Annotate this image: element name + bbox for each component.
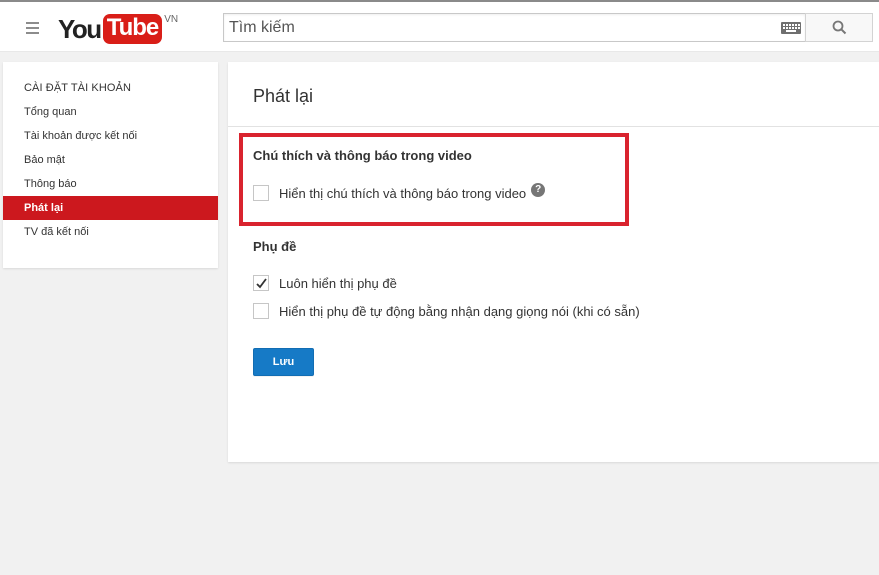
- help-icon[interactable]: ?: [531, 183, 546, 197]
- sidebar-item-overview[interactable]: Tổng quan: [3, 100, 218, 124]
- masthead: You Tube VN: [0, 0, 879, 52]
- logo-you-text: You: [58, 14, 102, 44]
- auto-captions-checkbox[interactable]: [253, 303, 269, 319]
- annotations-checkbox[interactable]: [253, 185, 269, 201]
- logo-tube-text: Tube: [102, 14, 163, 44]
- annotations-option[interactable]: Hiển thị chú thích và thông báo trong vi…: [253, 183, 546, 201]
- page-title: Phát lại: [253, 86, 314, 106]
- annotations-option-label: Hiển thị chú thích và thông báo trong vi…: [279, 185, 527, 201]
- search-box: [223, 13, 806, 42]
- search-icon: [832, 20, 847, 35]
- keyboard-icon[interactable]: [781, 22, 801, 34]
- annotations-section-title: Chú thích và thông báo trong video: [253, 148, 472, 163]
- hamburger-menu-icon[interactable]: [24, 19, 42, 35]
- search-button[interactable]: [805, 13, 873, 42]
- sidebar-item-notifications[interactable]: Thông báo: [3, 172, 218, 196]
- youtube-logo[interactable]: You Tube VN: [58, 12, 178, 46]
- always-show-subtitles-label: Luôn hiển thị phụ đề: [279, 275, 397, 291]
- sidebar-item-connected-accounts[interactable]: Tài khoản được kết nối: [3, 124, 218, 148]
- auto-captions-label: Hiển thị phụ đề tự động bằng nhận dạng g…: [279, 303, 640, 319]
- sidebar-list: Tổng quan Tài khoản được kết nối Bảo mật…: [3, 100, 218, 244]
- always-show-subtitles-option[interactable]: Luôn hiển thị phụ đề: [253, 275, 397, 291]
- subtitles-section-title: Phụ đề: [253, 239, 297, 254]
- sidebar-item-security[interactable]: Bảo mật: [3, 148, 218, 172]
- checkmark-icon: [256, 278, 267, 289]
- always-show-subtitles-checkbox[interactable]: [253, 275, 269, 291]
- playback-settings-panel: Phát lại Chú thích và thông báo trong vi…: [228, 62, 879, 462]
- search-input[interactable]: [224, 14, 774, 41]
- logo-country-code: VN: [164, 14, 179, 25]
- save-button[interactable]: Lưu: [253, 348, 314, 376]
- sidebar-item-playback[interactable]: Phát lại: [3, 196, 218, 220]
- account-settings-sidebar: CÀI ĐẶT TÀI KHOẢN Tổng quan Tài khoản đư…: [3, 62, 218, 268]
- auto-captions-option[interactable]: Hiển thị phụ đề tự động bằng nhận dạng g…: [253, 303, 640, 319]
- highlight-annotation-box: [239, 133, 629, 226]
- sidebar-item-connected-tvs[interactable]: TV đã kết nối: [3, 220, 218, 244]
- sidebar-heading: CÀI ĐẶT TÀI KHOẢN: [24, 82, 132, 94]
- title-divider: [228, 126, 879, 127]
